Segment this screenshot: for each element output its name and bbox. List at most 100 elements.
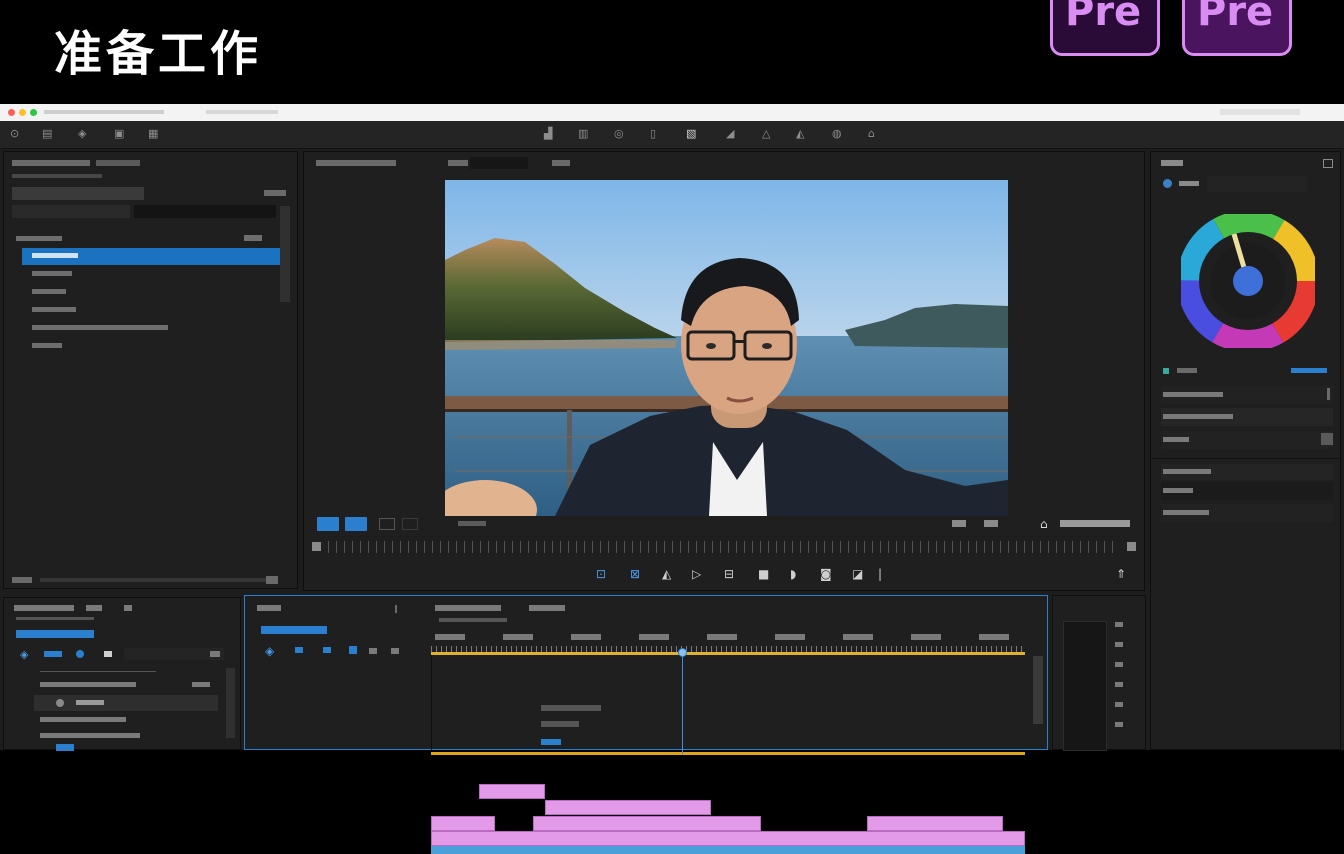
playhead-line[interactable]: [682, 656, 683, 754]
quality-select[interactable]: [552, 160, 570, 166]
settings-icon[interactable]: [349, 646, 357, 654]
color-icon[interactable]: ▟: [544, 127, 552, 140]
button-editor-icon[interactable]: ⇑: [1116, 567, 1126, 581]
filter-icon[interactable]: [44, 651, 62, 657]
maximize-window-button[interactable]: [30, 109, 37, 116]
project-scrollbar[interactable]: [280, 206, 290, 302]
list-item[interactable]: [40, 717, 126, 722]
track-header[interactable]: [493, 717, 675, 733]
compare-view-button[interactable]: [379, 518, 395, 530]
video-clip[interactable]: [431, 816, 495, 831]
mask-icon[interactable]: △: [762, 127, 770, 140]
track-header[interactable]: [493, 735, 675, 751]
list-item[interactable]: [22, 302, 280, 319]
list-item[interactable]: [22, 248, 280, 265]
video-clip[interactable]: [533, 816, 761, 831]
safe-margins-button[interactable]: [317, 517, 339, 531]
panel-tab-project[interactable]: [12, 160, 90, 166]
bin-header[interactable]: [12, 187, 144, 200]
step-forward-icon[interactable]: ⊟: [724, 567, 734, 581]
bin-icon[interactable]: [104, 651, 112, 657]
panel-menu-icon[interactable]: [1323, 159, 1333, 168]
in-out-range[interactable]: [431, 652, 1025, 655]
export-frame-icon[interactable]: ◪: [852, 567, 863, 581]
transition-icon[interactable]: ◢: [726, 127, 734, 140]
wheel-mode-toggle[interactable]: [1291, 368, 1327, 373]
work-area-bar[interactable]: [431, 752, 1025, 755]
camera-icon[interactable]: [952, 520, 966, 527]
search-input[interactable]: [12, 205, 130, 218]
window-controls-right[interactable]: [1220, 109, 1300, 115]
search-icon[interactable]: [76, 650, 84, 658]
list-item[interactable]: [22, 338, 280, 355]
export-icon[interactable]: ◈: [78, 127, 86, 140]
program-monitor-frame[interactable]: [445, 180, 1008, 516]
workspaces-icon[interactable]: ⌂: [868, 127, 875, 140]
out-point-icon[interactable]: [1127, 542, 1136, 551]
panel-options-icon[interactable]: [264, 190, 286, 196]
audio-clip[interactable]: [431, 846, 1025, 854]
home-icon[interactable]: ⊙: [10, 127, 19, 140]
clear-search-icon[interactable]: [210, 651, 220, 657]
home-icon[interactable]: ⌂: [1040, 517, 1048, 531]
menu-bar[interactable]: [44, 110, 164, 114]
library-icon[interactable]: ▧: [686, 127, 696, 140]
exposure-slider[interactable]: [1327, 388, 1330, 400]
color-icon[interactable]: [1163, 179, 1172, 188]
list-item[interactable]: [22, 266, 280, 283]
in-point-icon[interactable]: [312, 542, 321, 551]
step-back-icon[interactable]: ◭: [662, 567, 671, 581]
play-icon[interactable]: ▷: [692, 567, 701, 581]
panel-tab-media[interactable]: [96, 160, 140, 166]
list-view-icon[interactable]: [12, 577, 32, 583]
insert-icon[interactable]: ◗: [790, 567, 796, 581]
list-item[interactable]: [40, 733, 140, 738]
preset-select[interactable]: [1207, 176, 1307, 192]
effects-toolbar[interactable]: [16, 630, 94, 638]
close-window-button[interactable]: [8, 109, 15, 116]
effects-icon[interactable]: ▥: [578, 127, 588, 140]
monitor-scrub-bar[interactable]: [328, 541, 1116, 553]
overwrite-icon[interactable]: ◙: [820, 567, 832, 581]
transmit-button[interactable]: [402, 518, 418, 530]
saturation-toggle[interactable]: [1321, 433, 1333, 445]
timeline-tab[interactable]: [257, 605, 281, 611]
timeline-scrollbar[interactable]: [1033, 656, 1043, 724]
captions-icon[interactable]: ◍: [832, 127, 842, 140]
effects-scrollbar[interactable]: [226, 668, 235, 738]
settings-icon[interactable]: [984, 520, 998, 527]
fx-icon[interactable]: ◈: [20, 648, 28, 661]
video-clip[interactable]: [867, 816, 1003, 831]
panel-tab-audio[interactable]: [86, 605, 102, 611]
timeline-tools[interactable]: [261, 626, 327, 634]
minimize-window-button[interactable]: [19, 109, 26, 116]
panel-menu-icon[interactable]: [124, 605, 132, 611]
list-item[interactable]: [22, 284, 280, 301]
video-clip[interactable]: [545, 800, 711, 815]
reset-icon[interactable]: [1163, 368, 1169, 374]
video-clip[interactable]: [431, 831, 1025, 846]
overlay-button[interactable]: [345, 517, 367, 531]
edit-icon[interactable]: ▣: [114, 127, 124, 140]
new-item-icon[interactable]: [266, 576, 278, 584]
color-wheel[interactable]: [1181, 214, 1315, 348]
linked-selection-icon[interactable]: [295, 647, 303, 653]
fit-dropdown[interactable]: [448, 160, 468, 166]
layers-icon[interactable]: ▦: [148, 127, 158, 140]
graphics-icon[interactable]: ▯: [650, 127, 656, 140]
marker-icon[interactable]: [323, 647, 331, 653]
folder-close-icon[interactable]: [244, 235, 262, 241]
audio-icon[interactable]: ◎: [614, 127, 624, 140]
filter-field[interactable]: [134, 205, 276, 218]
snap-icon[interactable]: ◈: [265, 644, 274, 658]
captions-icon[interactable]: [369, 648, 377, 654]
import-icon[interactable]: ▤: [42, 127, 52, 140]
share-icon[interactable]: ◭: [796, 127, 804, 140]
mark-out-icon[interactable]: ⊠: [630, 567, 640, 581]
list-item[interactable]: [22, 320, 280, 337]
loop-icon[interactable]: ■: [758, 567, 769, 581]
wrench-icon[interactable]: [391, 648, 399, 654]
zoom-select[interactable]: [470, 157, 528, 169]
list-item[interactable]: [40, 682, 136, 687]
mark-in-icon[interactable]: ⊡: [596, 567, 606, 581]
